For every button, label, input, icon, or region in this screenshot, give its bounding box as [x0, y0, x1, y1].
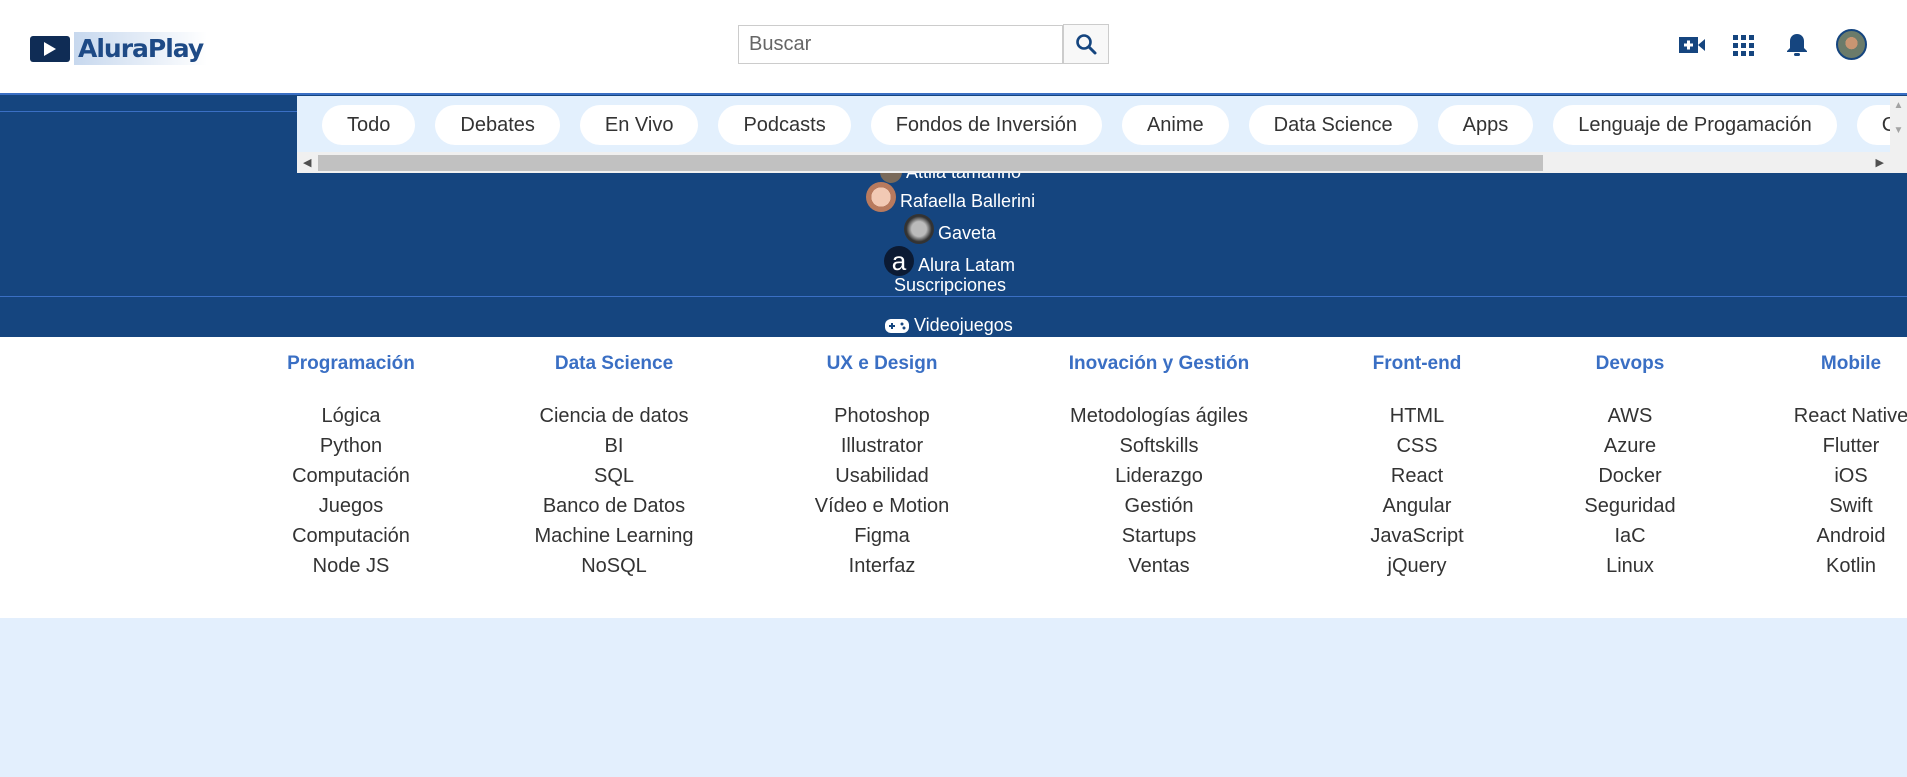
footer-link[interactable]: Kotlin	[1721, 551, 1907, 581]
scrollbar-thumb[interactable]	[318, 155, 1543, 171]
footer-link[interactable]: Banco de Datos	[484, 491, 744, 521]
footer-link[interactable]: NoSQL	[484, 551, 744, 581]
footer-column-title: UX e Design	[826, 353, 938, 374]
footer-link[interactable]: React Native	[1721, 401, 1907, 431]
footer-link[interactable]: Flutter	[1721, 431, 1907, 461]
footer-link[interactable]: iOS	[1721, 461, 1907, 491]
vertical-scrollbar[interactable]: ▲ ▼	[1890, 96, 1907, 173]
footer-link[interactable]: Figma	[752, 521, 1012, 551]
footer-link[interactable]: BI	[484, 431, 744, 461]
subscription-item[interactable]: Gaveta	[904, 214, 996, 244]
footer-link[interactable]: Illustrator	[752, 431, 1012, 461]
header: AluraPlay	[0, 0, 1907, 95]
footer-link[interactable]: Metodologías ágiles	[1029, 401, 1289, 431]
footer-link[interactable]: Interfaz	[752, 551, 1012, 581]
video-camera-icon	[30, 35, 70, 62]
footer-column-title: Data Science	[554, 353, 674, 374]
footer-column: Inovación y Gestión Metodologías ágiles So…	[1029, 353, 1289, 581]
divider	[0, 296, 1907, 297]
scroll-down-icon[interactable]: ▼	[1890, 125, 1907, 136]
search-button[interactable]	[1063, 24, 1109, 64]
channel-avatar	[866, 182, 896, 212]
chip-category[interactable]: En Vivo	[579, 105, 699, 145]
scroll-up-icon[interactable]: ▲	[1890, 100, 1907, 111]
footer-link[interactable]: Photoshop	[752, 401, 1012, 431]
aluraplay-logo[interactable]: AluraPlay	[30, 32, 208, 65]
footer-link[interactable]: Startups	[1029, 521, 1289, 551]
subscriptions-title: Suscripciones	[894, 275, 1007, 295]
footer-link[interactable]: Ventas	[1029, 551, 1289, 581]
subscription-item[interactable]: a Alura Latam	[884, 246, 1015, 276]
footer-link[interactable]: Android	[1721, 521, 1907, 551]
chip-category[interactable]: Lenguaje de Progamación	[1553, 105, 1837, 145]
channel-avatar	[904, 214, 934, 244]
footer-link[interactable]: SQL	[484, 461, 744, 491]
scroll-left-icon[interactable]: ◀	[303, 156, 311, 169]
footer-column: UX e Design Photoshop Illustrator Usabilida…	[752, 353, 1012, 581]
footer-link[interactable]: Gestión	[1029, 491, 1289, 521]
create-video-button[interactable]	[1677, 30, 1707, 60]
chip-category[interactable]: Debates	[435, 105, 560, 145]
gamepad-icon	[885, 318, 909, 333]
footer-link[interactable]: Softskills	[1029, 431, 1289, 461]
chip-category[interactable]: Apps	[1437, 105, 1534, 145]
chip-category[interactable]: Podcasts	[718, 105, 851, 145]
chip-category[interactable]: Todo	[322, 105, 416, 145]
footer-column: Programación Lógica Python Computación Juego…	[221, 353, 481, 581]
divider	[0, 111, 297, 112]
chip-category[interactable]: Anime	[1121, 105, 1229, 145]
footer-column: Data Science Ciencia de datos BI SQL Banco d…	[484, 353, 744, 581]
footer-link[interactable]: Swift	[1721, 491, 1907, 521]
footer-link[interactable]: Lógica	[221, 401, 481, 431]
category-chips-bar: Todo Debates En Vivo Podcasts Fondos de Inve…	[297, 96, 1907, 173]
scroll-right-icon[interactable]: ▶	[1876, 156, 1884, 169]
apps-button[interactable]	[1728, 30, 1758, 60]
footer-link[interactable]: Computación	[221, 521, 481, 551]
footer-link[interactable]: Node JS	[221, 551, 481, 581]
search-input[interactable]	[738, 25, 1063, 64]
user-avatar[interactable]	[1836, 29, 1867, 60]
alura-logo-icon: a	[884, 246, 914, 276]
video-plus-icon	[1679, 37, 1705, 53]
subscription-item[interactable]: Rafaella Ballerini	[866, 182, 1035, 212]
footer-column: Mobile React Native Flutter iOS Swift Android…	[1721, 353, 1907, 581]
footer-link[interactable]: Liderazgo	[1029, 461, 1289, 491]
footer-column-title: Inovación y Gestión	[1068, 353, 1250, 374]
footer-link[interactable]: Computación	[221, 461, 481, 491]
search-icon	[1076, 34, 1097, 55]
chip-category[interactable]: Fondos de Inversión	[870, 105, 1102, 145]
horizontal-scrollbar[interactable]: ◀ ▶	[297, 152, 1890, 173]
apps-grid-icon	[1732, 34, 1754, 56]
footer-link[interactable]: Vídeo e Motion	[752, 491, 1012, 521]
footer-column-title: Programación	[287, 353, 415, 374]
notifications-button[interactable]	[1782, 30, 1812, 60]
footer-link[interactable]: Python	[221, 431, 481, 461]
footer-link[interactable]: Juegos	[221, 491, 481, 521]
bell-icon	[1787, 34, 1807, 56]
footer-categories: Programación Lógica Python Computación Juego…	[0, 337, 1907, 618]
sidebar-item-videogames[interactable]: Videojuegos	[884, 315, 1013, 336]
footer-column-title: Mobile	[1820, 353, 1882, 374]
footer-link[interactable]: Ciencia de datos	[484, 401, 744, 431]
footer-link[interactable]: Usabilidad	[752, 461, 1012, 491]
footer-link[interactable]: Machine Learning	[484, 521, 744, 551]
chip-category[interactable]: Data Science	[1248, 105, 1418, 145]
